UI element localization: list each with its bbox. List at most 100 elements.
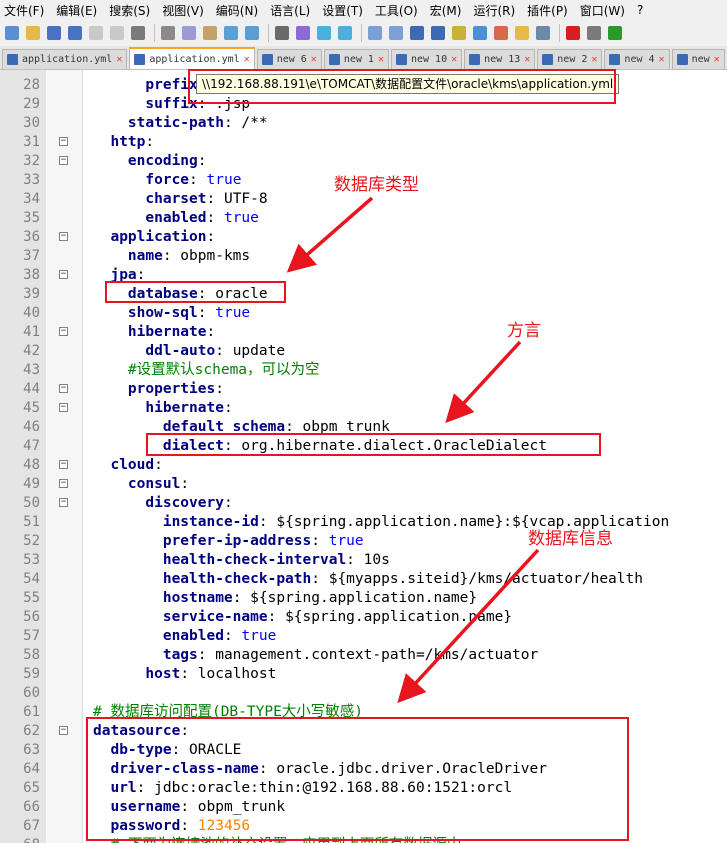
menu-item-6[interactable]: 设置(T): [316, 2, 369, 19]
show-all-chars-icon[interactable]: [429, 24, 447, 42]
code-token: :: [154, 457, 163, 473]
menu-item-10[interactable]: 插件(P): [521, 2, 574, 19]
menu-item-9[interactable]: 运行(R): [467, 2, 521, 19]
fold-toggle-icon[interactable]: −: [59, 156, 68, 165]
word-wrap-icon[interactable]: [408, 24, 426, 42]
tab-3[interactable]: new 1 ✕: [323, 49, 389, 69]
show-all-chars-icon-glyph: [431, 26, 445, 40]
menu-item-8[interactable]: 宏(M): [424, 2, 468, 19]
fold-toggle-icon[interactable]: −: [59, 270, 68, 279]
code-token: hibernate: [127, 324, 207, 340]
line-number: 53: [23, 552, 40, 568]
find-icon[interactable]: [273, 24, 291, 42]
menu-item-3[interactable]: 视图(V): [156, 2, 210, 19]
monitor-icon[interactable]: [534, 24, 552, 42]
code-text: hibernate:: [93, 323, 215, 342]
tab-close-icon[interactable]: ✕: [591, 54, 597, 65]
toolbar-separator: [559, 24, 560, 42]
print-icon[interactable]: [129, 24, 147, 42]
close-all-icon[interactable]: [108, 24, 126, 42]
cut-icon[interactable]: [159, 24, 177, 42]
new-file-icon[interactable]: [3, 24, 21, 42]
tab-2[interactable]: new 6 ✕: [256, 49, 322, 69]
fold-toggle-icon[interactable]: −: [59, 726, 68, 735]
sync-v-icon[interactable]: [366, 24, 384, 42]
line-number: 68: [0, 836, 40, 843]
play-macro-icon[interactable]: [606, 24, 624, 42]
fold-toggle-icon[interactable]: −: [59, 137, 68, 146]
fold-toggle-icon[interactable]: −: [59, 384, 68, 393]
line-number: 28: [23, 77, 40, 93]
code-text: cloud:: [93, 456, 163, 475]
tab-close-icon[interactable]: ✕: [244, 54, 250, 65]
tab-1[interactable]: application.yml ✕: [129, 47, 255, 69]
code-token: :: [189, 172, 207, 188]
doc-map-icon[interactable]: [471, 24, 489, 42]
tab-8[interactable]: new ✕: [671, 49, 725, 69]
code-token: static-path: [127, 115, 224, 131]
save-icon[interactable]: [45, 24, 63, 42]
zoom-out-icon[interactable]: [336, 24, 354, 42]
undo-icon[interactable]: [222, 24, 240, 42]
save-all-icon[interactable]: [66, 24, 84, 42]
replace-icon[interactable]: [294, 24, 312, 42]
menu-item-1[interactable]: 编辑(E): [50, 2, 103, 19]
menu-item-0[interactable]: 文件(F): [0, 2, 50, 19]
tab-5[interactable]: new 13 ✕: [464, 49, 536, 69]
code-line: 30 static-path: /**: [0, 114, 727, 133]
fold-toggle-icon[interactable]: −: [59, 403, 68, 412]
code-text: health-check-path: ${myapps.siteid}/kms/…: [93, 570, 643, 589]
menu-item-7[interactable]: 工具(O): [369, 2, 424, 19]
code-text: force: true: [93, 171, 241, 190]
fold-toggle-icon[interactable]: −: [59, 460, 68, 469]
line-number: 55: [23, 590, 40, 606]
menu-item-5[interactable]: 语言(L): [264, 2, 316, 19]
zoom-in-icon[interactable]: [315, 24, 333, 42]
fold-toggle-icon[interactable]: −: [59, 232, 68, 241]
stop-macro-icon-glyph: [587, 26, 601, 40]
code-text: consul:: [93, 475, 189, 494]
fold-toggle-icon[interactable]: −: [59, 498, 68, 507]
redo-icon[interactable]: [243, 24, 261, 42]
code-line: 55 hostname: ${spring.application.name}: [0, 589, 727, 608]
tab-close-icon[interactable]: ✕: [311, 54, 317, 65]
code-token: force: [145, 172, 190, 188]
tab-7[interactable]: new 4 ✕: [604, 49, 670, 69]
tab-0[interactable]: application.yml ✕: [2, 49, 128, 69]
folder-icon[interactable]: [513, 24, 531, 42]
tab-4[interactable]: new 10 ✕: [390, 49, 463, 69]
paste-icon-glyph: [203, 26, 217, 40]
tab-close-icon[interactable]: ✕: [714, 54, 720, 65]
fold-toggle-icon[interactable]: −: [59, 327, 68, 336]
stop-macro-icon[interactable]: [585, 24, 603, 42]
record-macro-icon[interactable]: [564, 24, 582, 42]
code-token: cloud: [110, 457, 155, 473]
tab-close-icon[interactable]: ✕: [659, 54, 665, 65]
tab-6[interactable]: new 2 ✕: [537, 49, 603, 69]
menu-item-12[interactable]: ?: [631, 3, 649, 17]
code-line: 31 − http:: [0, 133, 727, 152]
menu-item-2[interactable]: 搜索(S): [103, 2, 156, 19]
tab-close-icon[interactable]: ✕: [524, 54, 530, 65]
menu-item-4[interactable]: 编码(N): [210, 2, 264, 19]
function-list-icon[interactable]: [492, 24, 510, 42]
cut-icon-glyph: [161, 26, 175, 40]
code-token: tags: [162, 647, 198, 663]
close-icon[interactable]: [87, 24, 105, 42]
sync-h-icon[interactable]: [387, 24, 405, 42]
code-text: hostname: ${spring.application.name}: [93, 589, 477, 608]
tab-close-icon[interactable]: ✕: [378, 54, 384, 65]
code-token: true: [215, 305, 251, 321]
database-highlight-box: [105, 281, 286, 303]
menu-item-11[interactable]: 窗口(W): [574, 2, 631, 19]
fold-toggle-icon[interactable]: −: [59, 479, 68, 488]
tab-close-icon[interactable]: ✕: [116, 54, 122, 65]
copy-icon[interactable]: [180, 24, 198, 42]
paste-icon[interactable]: [201, 24, 219, 42]
indent-guide-icon[interactable]: [450, 24, 468, 42]
open-file-icon[interactable]: [24, 24, 42, 42]
tab-close-icon[interactable]: ✕: [451, 54, 457, 65]
